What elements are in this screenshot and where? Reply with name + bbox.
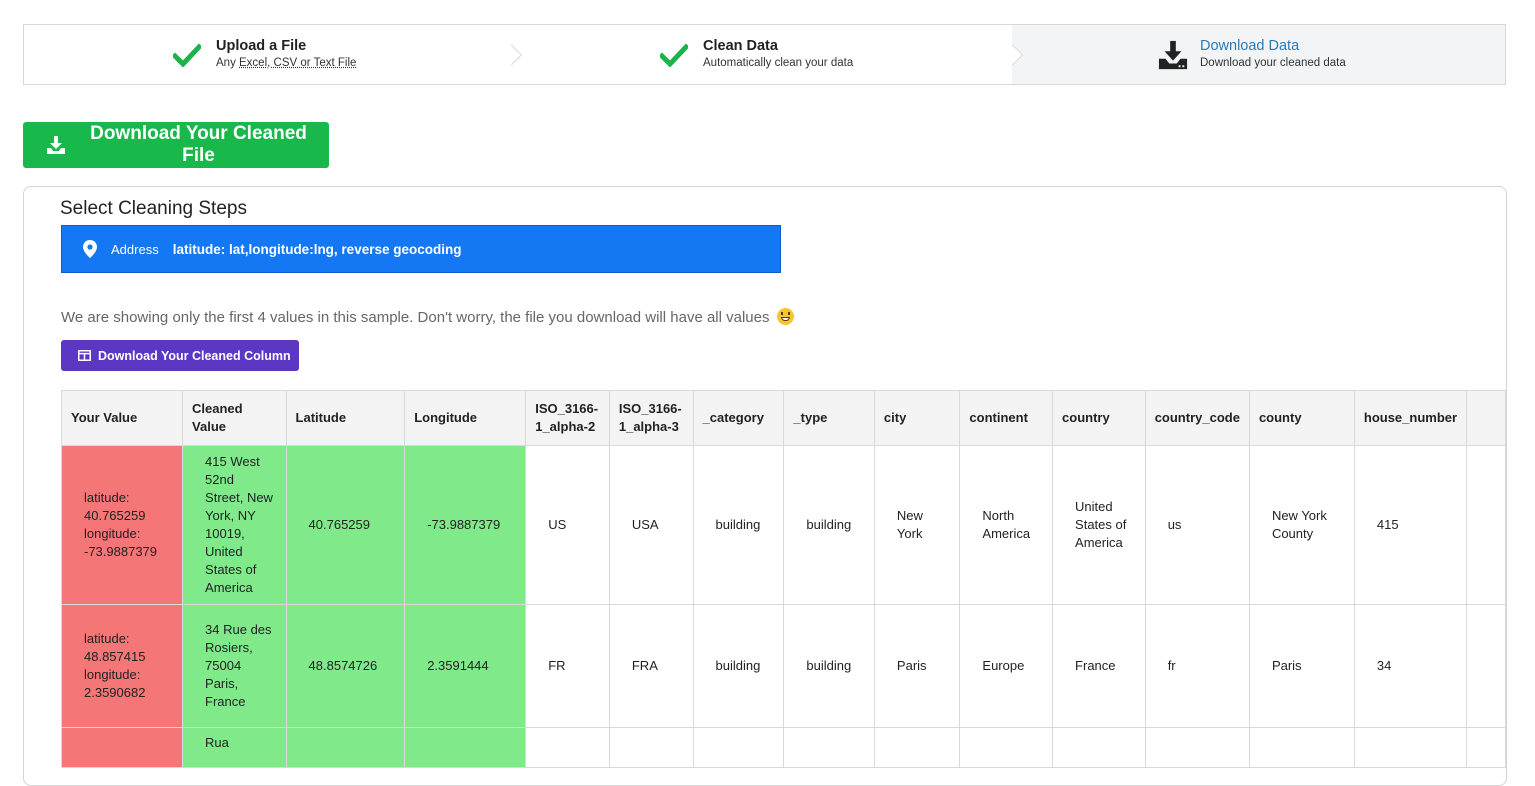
table-cell bbox=[608, 727, 694, 768]
original-value-cell: latitude: 48.857415 longitude: 2.3590682 bbox=[60, 604, 184, 728]
cleaned-value-cell: 415 West 52nd Street, New York, NY 10019… bbox=[182, 445, 287, 605]
table-cell: building bbox=[692, 604, 785, 728]
column-header: Cleaned Value bbox=[182, 390, 287, 446]
cleaned-value-cell: 34 Rue des Rosiers, 75004 Paris, France bbox=[182, 604, 287, 728]
table-cell bbox=[1353, 727, 1468, 768]
original-value-cell: latitude: 40.765259 longitude: -73.98873… bbox=[60, 445, 184, 605]
column-header: city bbox=[873, 390, 961, 446]
table-cell: building bbox=[783, 604, 875, 728]
column-header: Latitude bbox=[285, 390, 406, 446]
original-value-cell bbox=[60, 727, 184, 768]
download-cleaned-file-button[interactable]: Download Your Cleaned File bbox=[23, 122, 329, 168]
cleaned-value-cell: Rua bbox=[182, 727, 287, 768]
column-header: country_code bbox=[1144, 390, 1250, 446]
table-cell bbox=[285, 727, 406, 768]
step-title: Clean Data bbox=[703, 38, 778, 54]
step-subtitle: Automatically clean your data bbox=[703, 57, 854, 69]
table-cell: FR bbox=[525, 604, 610, 728]
step-title: Download Data bbox=[1200, 38, 1300, 54]
table-cell bbox=[1466, 727, 1506, 768]
results-table: Your Value Cleaned Value Latitude Longit… bbox=[60, 390, 1506, 768]
step-clean-data[interactable]: Clean Data Automatically clean your data bbox=[511, 25, 1024, 84]
column-header: Your Value bbox=[60, 390, 184, 446]
address-cleaning-step[interactable]: Address latitude: lat,longitude:lng, rev… bbox=[61, 225, 781, 273]
table-row: latitude: 48.857415 longitude: 2.3590682… bbox=[60, 604, 1506, 728]
table-cell: 34 bbox=[1353, 604, 1468, 728]
table-cell bbox=[783, 727, 875, 768]
download-icon bbox=[47, 136, 65, 154]
table-cell: building bbox=[783, 445, 875, 605]
table-cell: New York County bbox=[1248, 445, 1355, 605]
file-types-link[interactable]: Excel, CSV or Text File bbox=[239, 57, 356, 69]
address-value: latitude: lat,longitude:lng, reverse geo… bbox=[172, 241, 462, 257]
table-cell: fr bbox=[1144, 604, 1250, 728]
sample-note: We are showing only the first 4 values i… bbox=[61, 308, 794, 326]
table-cell: US bbox=[525, 445, 610, 605]
table-cell bbox=[404, 727, 527, 768]
step-download-data[interactable]: Download Data Download your cleaned data bbox=[1012, 25, 1505, 84]
table-cell bbox=[1466, 445, 1506, 605]
column-header: ISO_3166-1_alpha-3 bbox=[608, 390, 694, 446]
table-cell bbox=[1466, 604, 1506, 728]
table-cell: 40.765259 bbox=[285, 445, 406, 605]
table-cell: building bbox=[692, 445, 785, 605]
table-cell: 48.8574726 bbox=[285, 604, 406, 728]
column-header: _category bbox=[692, 390, 785, 446]
step-title: Upload a File bbox=[216, 38, 307, 54]
table-cell bbox=[1052, 727, 1146, 768]
column-header bbox=[1466, 390, 1506, 446]
column-header: house_number bbox=[1353, 390, 1468, 446]
table-cell: Europe bbox=[959, 604, 1054, 728]
column-header: county bbox=[1248, 390, 1355, 446]
table-row: Rua bbox=[60, 727, 1506, 768]
table-cell: -73.9887379 bbox=[404, 445, 527, 605]
table-cell bbox=[1144, 727, 1250, 768]
table-cell: 415 bbox=[1353, 445, 1468, 605]
table-cell: USA bbox=[608, 445, 694, 605]
table-cell: United States of America bbox=[1052, 445, 1146, 605]
column-header: _type bbox=[783, 390, 875, 446]
table-cell bbox=[873, 727, 961, 768]
checkmark-icon bbox=[659, 40, 689, 70]
table-cell bbox=[525, 727, 610, 768]
table-cell: Paris bbox=[873, 604, 961, 728]
table-cell bbox=[692, 727, 785, 768]
download-cleaned-file-label: Download Your Cleaned File bbox=[90, 123, 307, 166]
table-cell: Paris bbox=[1248, 604, 1355, 728]
table-cell: FRA bbox=[608, 604, 694, 728]
column-header: ISO_3166-1_alpha-2 bbox=[525, 390, 610, 446]
map-pin-icon bbox=[83, 240, 97, 258]
column-header: Longitude bbox=[404, 390, 527, 446]
grinning-face-icon bbox=[776, 308, 794, 325]
checkmark-icon bbox=[172, 40, 202, 70]
panel-title: Select Cleaning Steps bbox=[60, 198, 247, 219]
address-label: Address bbox=[111, 241, 159, 257]
steps-bar: Upload a File Any Excel, CSV or Text Fil… bbox=[23, 24, 1506, 85]
table-cell: New York bbox=[873, 445, 961, 605]
cleaning-steps-panel: Select Cleaning Steps Address latitude: … bbox=[23, 186, 1507, 786]
column-header: continent bbox=[959, 390, 1054, 446]
table-row: latitude: 40.765259 longitude: -73.98873… bbox=[60, 445, 1506, 605]
step-subtitle: Any Excel, CSV or Text File bbox=[216, 57, 357, 69]
table-cell: France bbox=[1052, 604, 1146, 728]
table-cell bbox=[959, 727, 1054, 768]
table-cell bbox=[1248, 727, 1355, 768]
table-header-row: Your Value Cleaned Value Latitude Longit… bbox=[60, 390, 1506, 446]
step-subtitle: Download your cleaned data bbox=[1200, 57, 1346, 69]
table-cell: us bbox=[1144, 445, 1250, 605]
table-cell: North America bbox=[959, 445, 1054, 605]
table-cell: 2.3591444 bbox=[404, 604, 527, 728]
download-cleaned-column-label: Download Your Cleaned Column bbox=[98, 348, 291, 363]
table-icon bbox=[78, 350, 91, 361]
download-tray-icon bbox=[1158, 40, 1188, 70]
column-header: country bbox=[1052, 390, 1146, 446]
step-upload-file[interactable]: Upload a File Any Excel, CSV or Text Fil… bbox=[24, 25, 523, 84]
download-cleaned-column-button[interactable]: Download Your Cleaned Column bbox=[61, 340, 299, 371]
